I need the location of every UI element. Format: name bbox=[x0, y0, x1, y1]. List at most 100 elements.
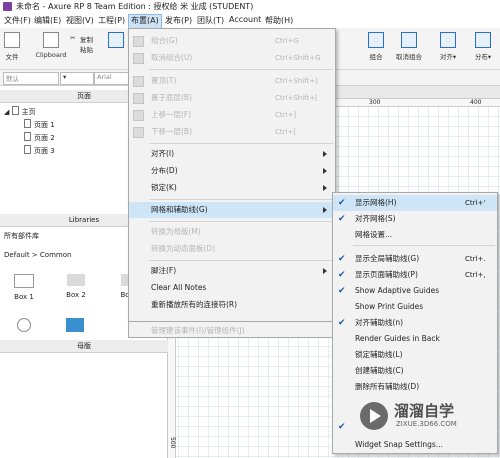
menu-account[interactable]: Account bbox=[227, 15, 263, 24]
menu-snap-grid[interactable]: ✔ 对齐网格(S) bbox=[333, 211, 497, 227]
menu-bar: 文件(F) 编辑(E) 视图(V) 工程(P) 布置(A) 发布(P) 团队(T… bbox=[0, 14, 500, 29]
submenu-arrow-icon bbox=[323, 151, 327, 157]
menu-arrange[interactable]: 布置(A) bbox=[128, 14, 162, 29]
style-select[interactable]: 默认 bbox=[3, 72, 59, 85]
library-box-2[interactable]: Box 2 bbox=[64, 274, 88, 299]
clipboard-icon bbox=[43, 32, 59, 48]
menu-separator bbox=[149, 260, 333, 261]
clipboard-button[interactable]: Clipboard bbox=[34, 32, 68, 59]
select-mode-icon bbox=[108, 32, 124, 48]
menu-team[interactable]: 团队(T) bbox=[195, 15, 226, 26]
menu-publish[interactable]: 发布(P) bbox=[163, 15, 194, 26]
menu-view[interactable]: 视图(V) bbox=[64, 15, 96, 26]
paste-button[interactable]: 粘贴 bbox=[80, 44, 93, 54]
uncombine-button[interactable]: 取消组合 bbox=[393, 32, 425, 61]
play-logo-icon bbox=[360, 402, 388, 430]
page-icon bbox=[24, 119, 31, 128]
menu-global-guides[interactable]: ✔ 显示全局辅助线(G) Ctrl+. bbox=[333, 251, 497, 267]
menu-ungroup[interactable]: 取消组合(U) Ctrl+Shift+G bbox=[129, 50, 335, 66]
menu-grid-settings[interactable]: 网格设置... bbox=[333, 227, 497, 243]
bring-forward-icon bbox=[133, 110, 144, 121]
file-button[interactable]: 文件 bbox=[3, 32, 21, 61]
menu-print-guides[interactable]: Show Print Guides bbox=[333, 299, 497, 315]
submenu-arrow-icon bbox=[323, 207, 327, 213]
menu-delete-guides[interactable]: 删除所有辅助线(D) bbox=[333, 379, 497, 395]
menu-create-guides[interactable]: 创建辅助线(C) bbox=[333, 363, 497, 379]
copy-button[interactable]: 复制 bbox=[80, 34, 93, 44]
menu-footnote[interactable]: 脚注(F) bbox=[129, 263, 335, 279]
menu-help[interactable]: 帮助(H) bbox=[263, 15, 295, 26]
root-label: 主页 bbox=[21, 108, 36, 116]
submenu-arrow-icon bbox=[323, 268, 327, 274]
send-backward-icon bbox=[133, 127, 144, 138]
menu-page-guides[interactable]: ✔ 显示页面辅助线(P) Ctrl+, bbox=[333, 267, 497, 283]
watermark-url: ZIXUE.3D66.COM bbox=[396, 420, 457, 428]
checkmark-icon: ✔ bbox=[338, 254, 346, 264]
menu-separator bbox=[353, 245, 495, 246]
font-select[interactable]: Arial bbox=[94, 72, 132, 85]
format-painter[interactable]: ▾ bbox=[60, 72, 94, 85]
menu-grid-guides[interactable]: 网格和辅助线(G) bbox=[129, 202, 335, 218]
tree-page-3[interactable]: 页面 3 bbox=[24, 145, 55, 156]
uncombine-label: 取消组合 bbox=[396, 53, 422, 61]
library-select[interactable]: 所有部件库 bbox=[4, 231, 39, 241]
menu-lock-guides[interactable]: 锁定辅助线(L) bbox=[333, 347, 497, 363]
menu-separator bbox=[149, 221, 333, 222]
combine-label: 组合 bbox=[369, 53, 383, 61]
menu-convert-master[interactable]: 转换为母版(M) bbox=[129, 224, 335, 240]
menu-send-back[interactable]: 置于底层(B) Ctrl+Shift+[ bbox=[129, 90, 335, 106]
group-icon bbox=[133, 36, 144, 47]
align-button[interactable]: 对齐▾ bbox=[435, 32, 461, 61]
menu-send-backward[interactable]: 下移一层(B) Ctrl+[ bbox=[129, 124, 335, 140]
library-group[interactable]: Default > Common bbox=[4, 251, 71, 259]
menu-clear-notes[interactable]: Clear All Notes bbox=[129, 280, 335, 296]
menu-group[interactable]: 组合(G) Ctrl+G bbox=[129, 33, 335, 49]
masters-panel-header: 母版 bbox=[0, 340, 168, 353]
menu-file[interactable]: 文件(F) bbox=[2, 15, 33, 26]
lib-label: Box 2 bbox=[66, 291, 86, 299]
page-icon bbox=[11, 106, 19, 115]
tree-page-1[interactable]: 页面 1 bbox=[24, 119, 55, 130]
image-placeholder-icon[interactable] bbox=[66, 318, 84, 332]
circle-shape-icon[interactable] bbox=[17, 318, 31, 332]
arrange-menu: 组合(G) Ctrl+G 取消组合(U) Ctrl+Shift+G 置顶(T) Ctr… bbox=[128, 28, 336, 322]
file-label: 文件 bbox=[5, 53, 19, 61]
combine-button[interactable]: 组合 bbox=[365, 32, 387, 61]
menu-manage[interactable]: 管理建该事件(I)/管理组件(J) bbox=[151, 325, 245, 336]
ruler-mark: 400 bbox=[470, 99, 482, 106]
menu-widget-snap[interactable]: Widget Snap Settings... bbox=[333, 437, 497, 453]
clipboard-label: Clipboard bbox=[35, 51, 67, 59]
menu-guides-back[interactable]: Render Guides in Back bbox=[333, 331, 497, 347]
checkmark-icon: ✔ bbox=[338, 270, 346, 280]
watermark: 溜溜自学 ZIXUE.3D66.COM bbox=[360, 396, 500, 436]
menu-snap-guides[interactable]: ✔ 对齐辅助线(n) bbox=[333, 315, 497, 331]
page-label: 页面 2 bbox=[34, 134, 55, 142]
cut-button[interactable]: ✂ bbox=[70, 34, 75, 42]
menu-lock[interactable]: 锁定(K) bbox=[129, 180, 335, 196]
distribute-button[interactable]: 分布▾ bbox=[470, 32, 496, 61]
checkmark-icon: ✔ bbox=[338, 422, 346, 432]
expand-arrow-icon: ◢ bbox=[4, 108, 12, 116]
menu-convert-panel[interactable]: 转换为动态面板(D) bbox=[129, 241, 335, 257]
window-title: 未命名 - Axure RP 8 Team Edition : 授权给 米 业成… bbox=[16, 2, 254, 11]
menu-reconnect[interactable]: 重新播放所有的连接符(R) bbox=[129, 297, 335, 313]
submenu-arrow-icon bbox=[323, 185, 327, 191]
box-shape-icon bbox=[14, 274, 34, 288]
watermark-title: 溜溜自学 bbox=[394, 402, 455, 420]
menu-show-grid[interactable]: ✔ 显示网格(H) Ctrl+' bbox=[333, 195, 497, 211]
menu-project[interactable]: 工程(P) bbox=[96, 15, 127, 26]
ruler-mark: 500 bbox=[169, 437, 176, 449]
menu-edit[interactable]: 编辑(E) bbox=[32, 15, 63, 26]
checkmark-icon: ✔ bbox=[338, 214, 346, 224]
menu-distribute[interactable]: 分布(D) bbox=[129, 163, 335, 179]
tree-page-2[interactable]: 页面 2 bbox=[24, 132, 55, 143]
menu-align[interactable]: 对齐(I) bbox=[129, 146, 335, 162]
menu-bring-front[interactable]: 置顶(T) Ctrl+Shift+] bbox=[129, 73, 335, 89]
send-back-icon bbox=[133, 93, 144, 104]
align-icon bbox=[440, 32, 456, 48]
menu-bring-forward[interactable]: 上移一层(F) Ctrl+] bbox=[129, 107, 335, 123]
select-mode-button[interactable] bbox=[108, 32, 124, 51]
library-box-1[interactable]: Box 1 bbox=[12, 274, 36, 301]
tree-root[interactable]: ◢ 主页 bbox=[4, 106, 36, 117]
menu-adaptive-guides[interactable]: ✔ Show Adaptive Guides bbox=[333, 283, 497, 299]
